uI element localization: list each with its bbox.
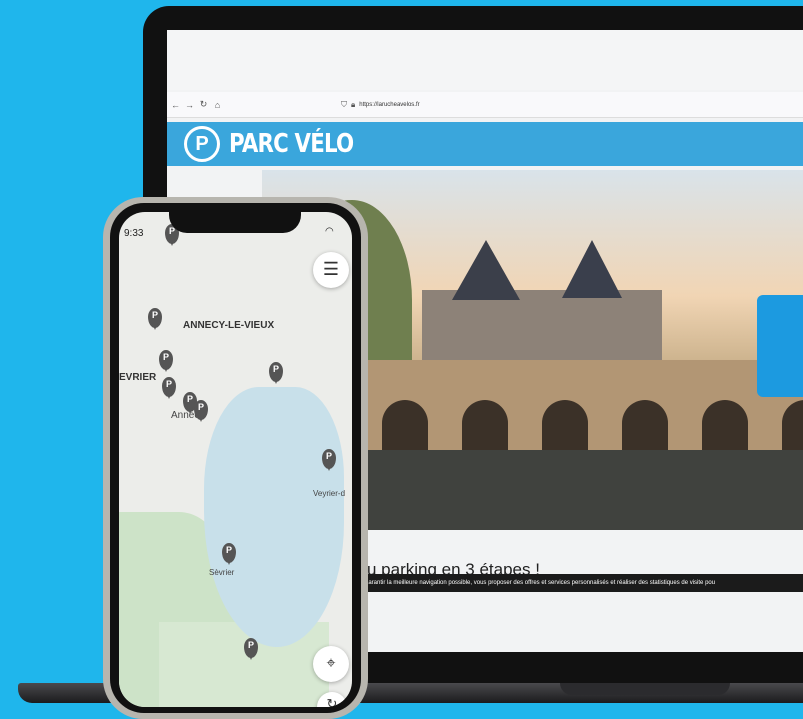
hero-roof xyxy=(562,240,622,298)
shield-icon[interactable]: ⛉ xyxy=(341,100,347,110)
arrow-right-icon[interactable]: → xyxy=(184,100,195,110)
parking-pin-icon[interactable]: P xyxy=(194,400,208,422)
home-icon[interactable]: ⌂ xyxy=(212,100,223,110)
laptop-notch xyxy=(560,683,730,695)
hero-side-card[interactable] xyxy=(757,295,803,397)
parking-pin-icon[interactable]: P xyxy=(148,308,162,330)
map-lake xyxy=(204,387,344,647)
wifi-icon: ◠ xyxy=(325,226,334,237)
map-label: Veyrier-d xyxy=(313,489,346,498)
hero-roof xyxy=(452,240,520,300)
browser-tabstrip xyxy=(167,30,803,90)
locate-icon[interactable]: ⌖ xyxy=(313,646,349,682)
map-label: ANNECY-LE-VIEUX xyxy=(183,320,275,331)
arrow-left-icon[interactable]: ← xyxy=(170,100,181,110)
url-text[interactable]: https://larucheavelos.fr xyxy=(359,102,419,108)
status-time: 9:33 xyxy=(124,228,144,239)
parking-pin-icon[interactable]: P xyxy=(269,362,283,384)
phone-notch xyxy=(169,205,301,233)
parking-pin-icon[interactable]: P xyxy=(162,377,176,399)
site-header: P PARC VÉLO xyxy=(167,122,803,166)
reload-icon[interactable]: ↻ xyxy=(198,99,209,110)
phone-map[interactable]: ANNECY-LE-VIEUX EVRIER Annecy Veyrier-d … xyxy=(119,212,352,707)
hamburger-icon[interactable]: ☰ xyxy=(313,252,349,288)
browser-toolbar: ← → ↻ ⌂ ⛉ 🔒︎ https://larucheavelos.fr xyxy=(167,92,803,118)
map-label: EVRIER xyxy=(119,372,157,383)
logo-icon[interactable]: P xyxy=(184,126,220,162)
map-label: Sèvrier xyxy=(209,568,235,577)
parking-pin-icon[interactable]: P xyxy=(159,350,173,372)
lock-icon: 🔒︎ xyxy=(351,99,356,109)
site-name[interactable]: PARC VÉLO xyxy=(229,129,354,159)
